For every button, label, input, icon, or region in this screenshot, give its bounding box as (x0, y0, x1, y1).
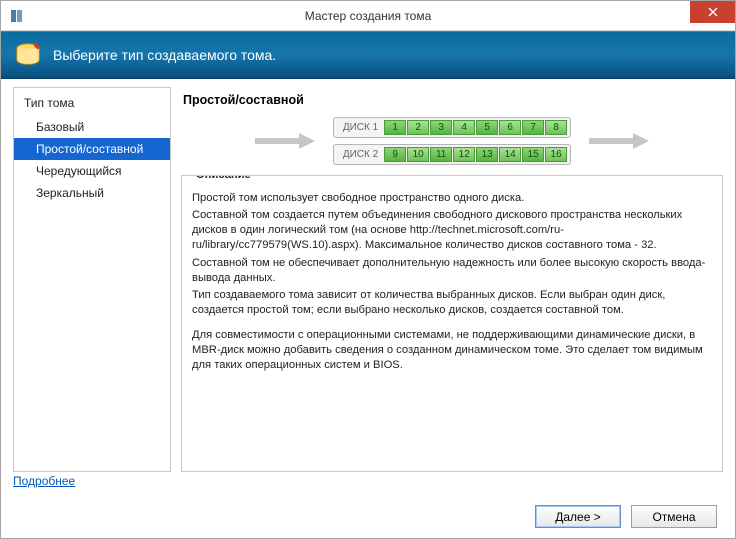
desc-p1: Простой том использует свободное простра… (192, 191, 712, 206)
sidebar-item-0[interactable]: Базовый (14, 116, 170, 138)
disk-block: 16 (545, 147, 567, 162)
diagram: ДИСК 1 12345678 ДИСК 2 910111213141516 (181, 115, 723, 175)
disk-1: ДИСК 1 12345678 (333, 117, 571, 138)
disks: ДИСК 1 12345678 ДИСК 2 910111213141516 (333, 117, 571, 165)
sidebar-header: Тип тома (14, 92, 170, 116)
close-button[interactable] (690, 1, 735, 23)
disk-block: 12 (453, 147, 475, 162)
banner: Выберите тип создаваемого тома. (1, 31, 735, 79)
disk-block: 6 (499, 120, 521, 135)
disk-block: 11 (430, 147, 452, 162)
disk-block: 14 (499, 147, 521, 162)
sidebar: Тип тома БазовыйПростой/составнойЧередую… (13, 87, 171, 472)
description-legend: Описание (192, 175, 255, 183)
footer: Далее > Отмена (1, 494, 735, 538)
more-link[interactable]: Подробнее (1, 474, 735, 494)
window-title: Мастер создания тома (1, 9, 735, 23)
desc-p5: Для совместимости с операционными систем… (192, 328, 712, 373)
disk-2: ДИСК 2 910111213141516 (333, 144, 571, 165)
disk-block: 13 (476, 147, 498, 162)
sidebar-item-2[interactable]: Чередующийся (14, 160, 170, 182)
disk-2-label: ДИСК 2 (337, 149, 384, 160)
disk-block: 15 (522, 147, 544, 162)
banner-text: Выберите тип создаваемого тома. (53, 47, 276, 63)
desc-p3: Составной том не обеспечивает дополнител… (192, 256, 712, 286)
arrow-right-icon (589, 133, 649, 149)
cancel-button[interactable]: Отмена (631, 505, 717, 528)
disk-block: 10 (407, 147, 429, 162)
sidebar-item-1[interactable]: Простой/составной (14, 138, 170, 160)
disk-block: 9 (384, 147, 406, 162)
disk-block: 4 (453, 120, 475, 135)
disk-icon (13, 40, 43, 70)
disk-block: 3 (430, 120, 452, 135)
disk-block: 5 (476, 120, 498, 135)
arrow-left-icon (255, 133, 315, 149)
disk-block: 2 (407, 120, 429, 135)
titlebar: Мастер создания тома (1, 1, 735, 31)
disk-block: 7 (522, 120, 544, 135)
desc-p2: Составной том создается путем объединени… (192, 208, 712, 253)
desc-p4: Тип создаваемого тома зависит от количес… (192, 288, 712, 318)
description-box: Описание Простой том использует свободно… (181, 175, 723, 472)
app-icon (9, 8, 25, 24)
wizard-window: Мастер создания тома Выберите тип создав… (0, 0, 736, 539)
next-button[interactable]: Далее > (535, 505, 621, 528)
disk-1-label: ДИСК 1 (337, 122, 384, 133)
disk-block: 1 (384, 120, 406, 135)
sidebar-item-3[interactable]: Зеркальный (14, 182, 170, 204)
main-panel: Простой/составной ДИСК 1 12345678 ДИСК 2… (181, 87, 723, 472)
main-title: Простой/составной (181, 87, 723, 115)
disk-block: 8 (545, 120, 567, 135)
